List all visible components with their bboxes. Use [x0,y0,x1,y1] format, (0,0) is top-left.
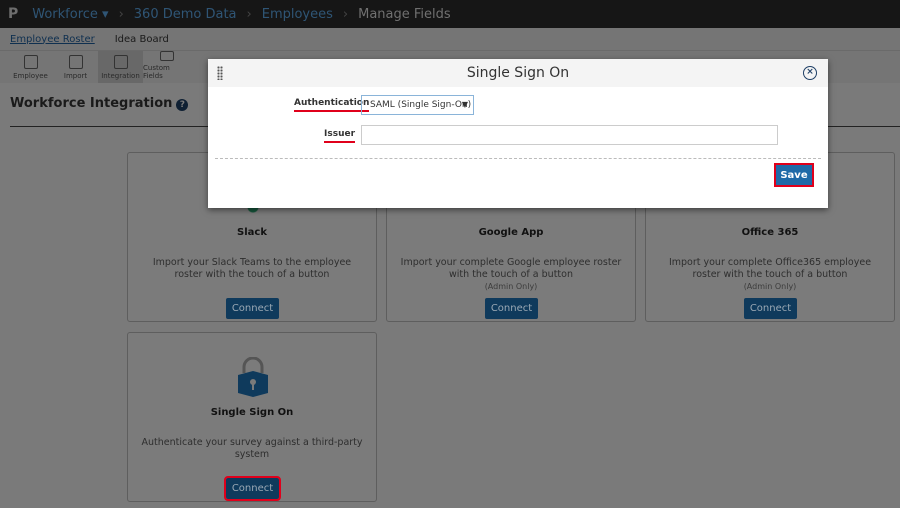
card-title: Single Sign On [210,407,294,418]
authentication-label: Authentication [294,98,370,112]
tabs: Employee Roster Idea Board [0,28,900,50]
authentication-select[interactable]: SAML (Single Sign-On) ▼ [361,95,474,115]
admin-note: (Admin Only) [484,282,538,291]
card-title: Slack [237,227,267,238]
app-logo[interactable]: P [8,6,18,22]
breadcrumb-demo-data[interactable]: 360 Demo Data [134,7,237,22]
integration-icon [113,55,128,69]
card-desc-text: Import your complete Google employee ros… [400,257,622,280]
chevron-right-icon: › [246,6,252,22]
card-desc-text: Authenticate your survey against a third… [141,437,363,460]
page-title: Workforce Integration? [10,96,189,111]
breadcrumb-employees[interactable]: Employees [262,7,333,22]
tool-label: Custom Fields [143,64,170,80]
tab-employee-roster[interactable]: Employee Roster [10,34,95,45]
chevron-right-icon: › [118,6,124,22]
divider [215,158,821,159]
save-button[interactable]: Save [774,163,814,187]
help-icon[interactable]: ? [176,99,189,111]
authentication-value: SAML (Single Sign-On) [370,100,472,110]
admin-note: (Admin Only) [743,282,797,291]
drag-handle-icon[interactable] [217,66,223,80]
top-bar: P Workforce ▾ › 360 Demo Data › Employees ›… [0,0,900,28]
card-description: Authenticate your survey against a third… [138,437,366,461]
list-icon [23,55,38,69]
issuer-label: Issuer [324,129,356,143]
connect-button[interactable]: Connect [485,298,538,319]
page-title-text: Workforce Integration [10,96,173,111]
tool-employee[interactable]: Employee [8,51,53,83]
card-desc-text: Import your Slack Teams to the employee … [152,257,352,280]
sso-modal: Single Sign On × Authentication SAML (Si… [208,59,828,208]
connect-button[interactable]: Connect [744,298,797,319]
chevron-right-icon: › [342,6,349,22]
modal-title: Single Sign On [466,65,570,81]
breadcrumb-workforce[interactable]: Workforce ▾ [32,7,108,22]
card-desc-text: Import your complete Office365 employee … [668,257,872,280]
card-single-sign-on: Single Sign On Authenticate your survey … [127,332,377,502]
breadcrumb-manage-fields: Manage Fields [358,6,451,22]
tool-label: Import [63,72,88,80]
card-description: Import your complete Office365 employee … [656,257,884,293]
modal-header: Single Sign On × [208,59,828,87]
tool-custom-fields[interactable]: Custom Fields [143,51,191,83]
issuer-input[interactable] [361,125,778,145]
card-description: Import your complete Google employee ros… [397,257,625,293]
connect-button[interactable]: Connect [224,476,281,501]
tool-integration[interactable]: Integration [98,51,143,83]
card-title: Google App [478,227,544,238]
connect-button[interactable]: Connect [226,298,279,319]
tab-idea-board[interactable]: Idea Board [115,34,169,45]
user-add-icon [68,55,83,69]
lock-icon [238,357,268,397]
tool-import[interactable]: Import [53,51,98,83]
card-description: Import your Slack Teams to the employee … [138,257,366,281]
tool-label: Integration [101,72,140,80]
close-icon[interactable]: × [803,66,817,80]
caret-down-icon: ▼ [461,100,468,109]
card-title: Office 365 [741,227,799,238]
tool-label: Employee [13,72,48,80]
custom-fields-icon [160,51,174,61]
